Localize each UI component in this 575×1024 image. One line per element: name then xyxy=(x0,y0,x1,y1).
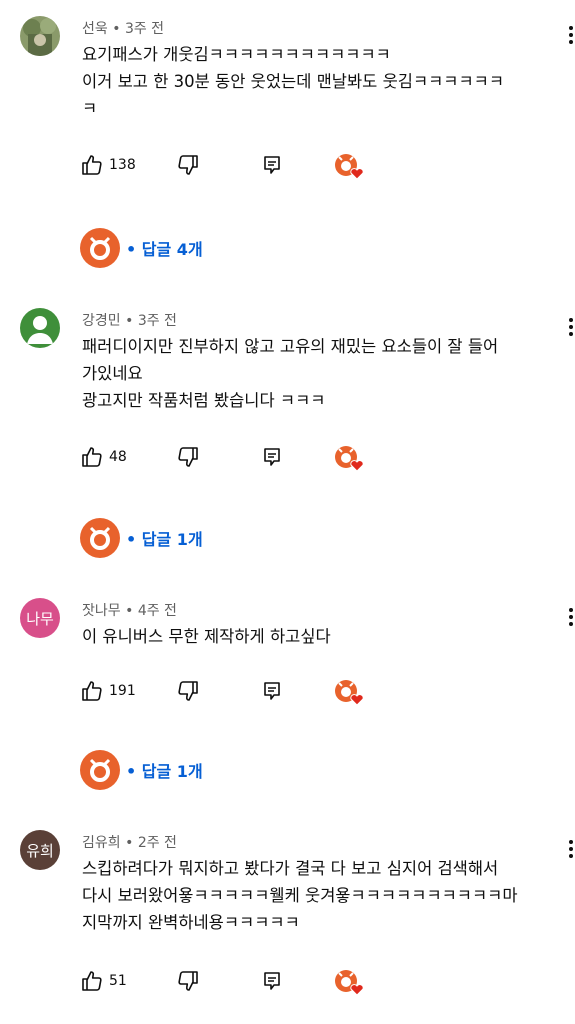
comment-text-line: 다시 보러왔어욯ㅋㅋㅋㅋㅋ웰케 웃겨욯ㅋㅋㅋㅋㅋㅋㅋㅋㅋㅋ마 xyxy=(82,886,518,905)
creator-avatar-icon xyxy=(80,750,120,790)
comment-text-line: 지막까지 완벽하네용ㅋㅋㅋㅋㅋ xyxy=(82,913,300,932)
comment-author[interactable]: 선욱 xyxy=(82,21,108,37)
creator-heart-icon xyxy=(335,446,364,472)
replies-button[interactable]: • 답글 1개 xyxy=(80,750,203,790)
thumbs-up-icon xyxy=(82,681,102,701)
avatar[interactable]: 유희 xyxy=(20,830,60,870)
comment-text-line: 스킵하려다가 뭐지하고 봤다가 결국 다 보고 심지어 검색해서 xyxy=(82,859,499,878)
reply-icon xyxy=(264,972,280,990)
creator-heart-icon xyxy=(335,154,364,180)
creator-avatar-icon xyxy=(80,518,120,558)
thumbs-up-icon xyxy=(82,155,102,175)
creator-avatar-icon xyxy=(80,228,120,268)
comment-meta: 김유희 • 2주 전 xyxy=(82,835,177,851)
creator-heart-icon xyxy=(335,680,364,706)
like-button[interactable]: 51 xyxy=(80,966,127,996)
like-count: 138 xyxy=(109,157,136,173)
reply-button[interactable] xyxy=(260,150,284,180)
reply-icon xyxy=(264,448,280,466)
default-avatar-icon xyxy=(27,316,53,344)
comment-text: 이 유니버스 무한 제작하게 하고싶다 xyxy=(82,623,562,650)
comment-author[interactable]: 잣나무 xyxy=(82,603,121,619)
comment-text-line: 요기패스가 개웃김ㅋㅋㅋㅋㅋㅋㅋㅋㅋㅋㅋㅋ xyxy=(82,45,391,64)
comment-time[interactable]: 4주 전 xyxy=(138,603,177,619)
avatar-initial: 나무 xyxy=(26,609,54,628)
avatar[interactable] xyxy=(20,308,60,348)
like-button[interactable]: 191 xyxy=(80,676,136,706)
reply-icon xyxy=(264,156,280,174)
comment-actions: 48 xyxy=(80,442,400,472)
reply-button[interactable] xyxy=(260,676,284,706)
like-count: 191 xyxy=(109,683,136,699)
comment-actions: 138 xyxy=(80,150,400,180)
thumbs-up-icon xyxy=(82,971,102,991)
like-button[interactable]: 138 xyxy=(80,150,136,180)
comment-text: 스킵하려다가 뭐지하고 봤다가 결국 다 보고 심지어 검색해서 다시 보러왔어… xyxy=(82,855,562,936)
more-options-icon[interactable] xyxy=(566,840,575,864)
more-options-icon[interactable] xyxy=(566,318,575,342)
reply-icon xyxy=(264,682,280,700)
comment-actions: 191 xyxy=(80,676,400,706)
comment-meta: 잣나무 • 4주 전 xyxy=(82,603,177,619)
avatar-initial: 유희 xyxy=(26,841,54,860)
like-button[interactable]: 48 xyxy=(80,442,127,472)
comment-text-line: 이 유니버스 무한 제작하게 하고싶다 xyxy=(82,627,331,646)
comment-actions: 51 xyxy=(80,966,400,996)
avatar[interactable] xyxy=(20,16,60,56)
comment-text: 패러디이지만 진부하지 않고 고유의 재밌는 요소들이 잘 들어 가있네요 광고… xyxy=(82,333,562,414)
creator-heart-icon xyxy=(335,970,364,996)
like-count: 51 xyxy=(109,973,127,989)
comment-text-line: 광고지만 작품처럼 봤습니다 ㅋㅋㅋ xyxy=(82,391,326,410)
comment-text: 요기패스가 개웃김ㅋㅋㅋㅋㅋㅋㅋㅋㅋㅋㅋㅋ 이거 보고 한 30분 동안 웃었는… xyxy=(82,41,562,122)
comment-author[interactable]: 김유희 xyxy=(82,835,121,851)
comment-time[interactable]: 3주 전 xyxy=(125,21,164,37)
thumbs-down-icon xyxy=(178,155,198,175)
thumbs-down-icon xyxy=(178,447,198,467)
thumbs-up-icon xyxy=(82,447,102,467)
dislike-button[interactable] xyxy=(176,966,200,996)
comment-text-line: 가있네요 xyxy=(82,364,143,383)
dislike-button[interactable] xyxy=(176,676,200,706)
replies-button[interactable]: • 답글 1개 xyxy=(80,518,203,558)
comment-text-line: 패러디이지만 진부하지 않고 고유의 재밌는 요소들이 잘 들어 xyxy=(82,337,499,356)
more-options-icon[interactable] xyxy=(566,26,575,50)
comment-meta: 선욱 • 3주 전 xyxy=(82,21,165,37)
avatar[interactable]: 나무 xyxy=(20,598,60,638)
replies-count: • 답글 1개 xyxy=(126,530,203,549)
comment-text-line: ㅋ xyxy=(82,99,98,118)
comment-author[interactable]: 강경민 xyxy=(82,313,121,329)
avatar-photo xyxy=(20,16,60,56)
replies-count: • 답글 4개 xyxy=(126,240,203,259)
dislike-button[interactable] xyxy=(176,150,200,180)
more-options-icon[interactable] xyxy=(566,608,575,632)
like-count: 48 xyxy=(109,449,127,465)
dislike-button[interactable] xyxy=(176,442,200,472)
comment-meta: 강경민 • 3주 전 xyxy=(82,313,177,329)
reply-button[interactable] xyxy=(260,966,284,996)
thumbs-down-icon xyxy=(178,971,198,991)
comment-time[interactable]: 3주 전 xyxy=(138,313,177,329)
reply-button[interactable] xyxy=(260,442,284,472)
thumbs-down-icon xyxy=(178,681,198,701)
replies-button[interactable]: • 답글 4개 xyxy=(80,228,203,268)
comment-text-line: 이거 보고 한 30분 동안 웃었는데 맨날봐도 웃김ㅋㅋㅋㅋㅋㅋ xyxy=(82,72,505,91)
replies-count: • 답글 1개 xyxy=(126,762,203,781)
comment-time[interactable]: 2주 전 xyxy=(138,835,177,851)
